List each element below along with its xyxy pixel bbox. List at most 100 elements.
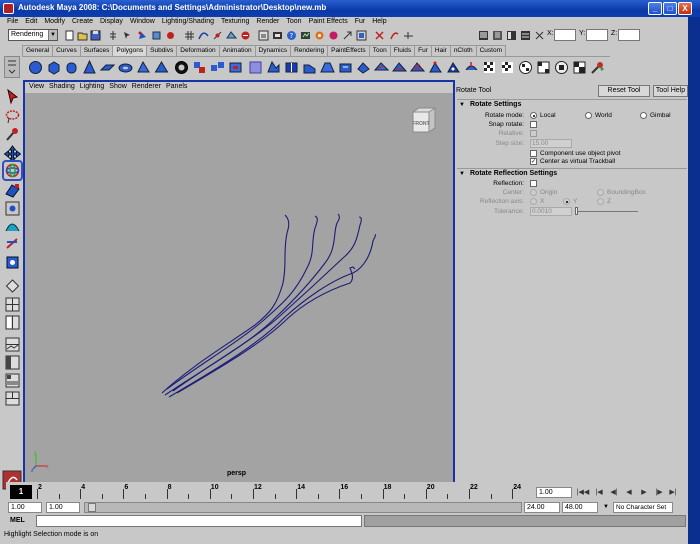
- shelf-tab-ncloth[interactable]: nCloth: [449, 45, 477, 56]
- move-tool-icon[interactable]: [4, 144, 21, 161]
- shelf-menu-button[interactable]: [4, 56, 20, 78]
- axis-x-radio[interactable]: [530, 198, 537, 205]
- rotate-mode-gimbal-radio[interactable]: [640, 112, 647, 119]
- maximize-button[interactable]: □: [663, 2, 677, 15]
- play-backwards-button[interactable]: ◀: [622, 486, 636, 499]
- tolerance-field[interactable]: 0.0010: [530, 207, 572, 216]
- menu-toon[interactable]: Toon: [283, 17, 305, 28]
- poly-cube-icon[interactable]: [46, 60, 61, 75]
- mask-hierarchy-icon[interactable]: [151, 30, 162, 41]
- poly-pipe-icon[interactable]: [174, 60, 189, 75]
- menu-create[interactable]: Create: [69, 17, 97, 28]
- combine-icon[interactable]: [192, 60, 207, 75]
- append-polygon-icon[interactable]: [338, 60, 353, 75]
- ipr-render-icon[interactable]: [300, 30, 311, 41]
- poly-prism-icon[interactable]: [136, 60, 151, 75]
- shelf-tab-general[interactable]: General: [22, 45, 54, 56]
- scale-tool-icon[interactable]: [4, 182, 21, 199]
- shelf-tab-rendering[interactable]: Rendering: [290, 45, 329, 56]
- center-bbox-radio[interactable]: [597, 189, 604, 196]
- maya-app-icon[interactable]: [3, 3, 14, 14]
- viewport-menu-view[interactable]: View: [27, 82, 47, 93]
- rotate-mode-world-radio[interactable]: [585, 112, 592, 119]
- cylindrical-mapping-icon[interactable]: [500, 60, 515, 75]
- toolbox-more-button[interactable]: [2, 388, 22, 392]
- select-component-icon[interactable]: [137, 30, 148, 41]
- command-input[interactable]: [36, 515, 362, 527]
- curve-1[interactable]: [161, 214, 290, 394]
- perspective-viewport[interactable]: [25, 93, 453, 483]
- lasso-input-icon[interactable]: [403, 30, 414, 41]
- character-set-selector[interactable]: No Character Set: [613, 502, 673, 513]
- tool-settings-toggle-icon[interactable]: [506, 30, 517, 41]
- menu-window[interactable]: Window: [127, 17, 159, 28]
- attribute-editor-icon[interactable]: [374, 30, 385, 41]
- shelf-tab-polygons[interactable]: Polygons: [112, 45, 148, 56]
- shelf-tab-fur[interactable]: Fur: [414, 45, 432, 56]
- channel-box-toggle-icon[interactable]: [478, 30, 489, 41]
- play-forwards-button[interactable]: ▶: [637, 486, 651, 499]
- start-time-field[interactable]: 1.00: [8, 502, 42, 513]
- snap-view-plane-icon[interactable]: [226, 30, 237, 41]
- layout-hypershade-icon[interactable]: [4, 372, 21, 389]
- snap-grid-icon[interactable]: [184, 30, 195, 41]
- make-live-icon[interactable]: [240, 30, 251, 41]
- open-scene-icon[interactable]: [77, 30, 88, 41]
- mask-joint-icon[interactable]: [165, 30, 176, 41]
- axis-y-radio[interactable]: [563, 198, 570, 205]
- select-object-icon[interactable]: [122, 30, 133, 41]
- shelf-tab-dynamics[interactable]: Dynamics: [254, 45, 292, 56]
- range-slider-handle[interactable]: [88, 503, 96, 512]
- shelf-tab-animation[interactable]: Animation: [218, 45, 256, 56]
- layout-graph-editor-icon[interactable]: [4, 390, 21, 407]
- go-to-start-button[interactable]: |◀◀: [576, 486, 590, 499]
- menu-render[interactable]: Render: [253, 17, 283, 28]
- extrude-icon[interactable]: [356, 60, 371, 75]
- rotate-tool-icon[interactable]: [2, 160, 23, 181]
- menu-texturing[interactable]: Texturing: [218, 17, 253, 28]
- collapse-icon[interactable]: [446, 60, 461, 75]
- shelf-tab-subdivs[interactable]: Subdivs: [146, 45, 178, 56]
- checker-texture-icon[interactable]: [572, 60, 587, 75]
- shelf-tab-surfaces[interactable]: Surfaces: [79, 45, 114, 56]
- automatic-mapping-icon[interactable]: [536, 60, 551, 75]
- menu-help[interactable]: Help: [369, 17, 390, 28]
- numeric-input-icon[interactable]: [534, 30, 545, 41]
- snap-point-icon[interactable]: [212, 30, 223, 41]
- smooth-icon[interactable]: [248, 60, 263, 75]
- tool-help-button[interactable]: Tool Help: [653, 85, 688, 97]
- paint-effects-icon[interactable]: [590, 60, 605, 75]
- layout-side-by-side-icon[interactable]: [4, 314, 21, 331]
- step-back-frame-button[interactable]: ◀|: [607, 486, 621, 499]
- end-time-field[interactable]: 48.00: [562, 502, 598, 513]
- poly-pyramid-icon[interactable]: [154, 60, 169, 75]
- bridge-icon[interactable]: [320, 60, 335, 75]
- layer-editor-toggle-icon[interactable]: [520, 30, 531, 41]
- viewport-menu-shading[interactable]: Shading: [47, 82, 78, 93]
- auto-key-dropdown-icon[interactable]: ▼: [600, 502, 612, 513]
- attribute-toggle-icon[interactable]: [492, 30, 503, 41]
- menu-lighting-shading[interactable]: Lighting/Shading: [159, 17, 218, 28]
- lasso-tool-icon[interactable]: [4, 108, 21, 125]
- layout-single-pane-icon[interactable]: [4, 278, 21, 295]
- step-size-field[interactable]: 15.00: [530, 139, 572, 148]
- layout-persp-graph-icon[interactable]: [4, 336, 21, 353]
- snap-curve-icon[interactable]: [198, 30, 209, 41]
- poly-plane-icon[interactable]: [100, 60, 115, 75]
- merge-vertex-icon[interactable]: [428, 60, 443, 75]
- virtual-trackball-checkbox[interactable]: ✓: [530, 158, 537, 165]
- spherical-mapping-icon[interactable]: [518, 60, 533, 75]
- reset-tool-button[interactable]: Reset Tool: [598, 85, 650, 97]
- mirror-geometry-icon[interactable]: [284, 60, 299, 75]
- center-origin-radio[interactable]: [530, 189, 537, 196]
- select-tool-icon[interactable]: [4, 88, 21, 105]
- menu-edit[interactable]: Edit: [22, 17, 41, 28]
- poly-cone-icon[interactable]: [82, 60, 97, 75]
- uv-texture-editor-icon[interactable]: [554, 60, 569, 75]
- close-button[interactable]: X: [678, 2, 692, 15]
- menu-set-selector[interactable]: Rendering ▼: [8, 29, 58, 41]
- viewport-menu-renderer[interactable]: Renderer: [130, 82, 164, 93]
- current-frame-marker[interactable]: 1: [10, 485, 32, 499]
- render-view-icon[interactable]: [342, 30, 353, 41]
- component-object-pivot-checkbox[interactable]: [530, 150, 537, 157]
